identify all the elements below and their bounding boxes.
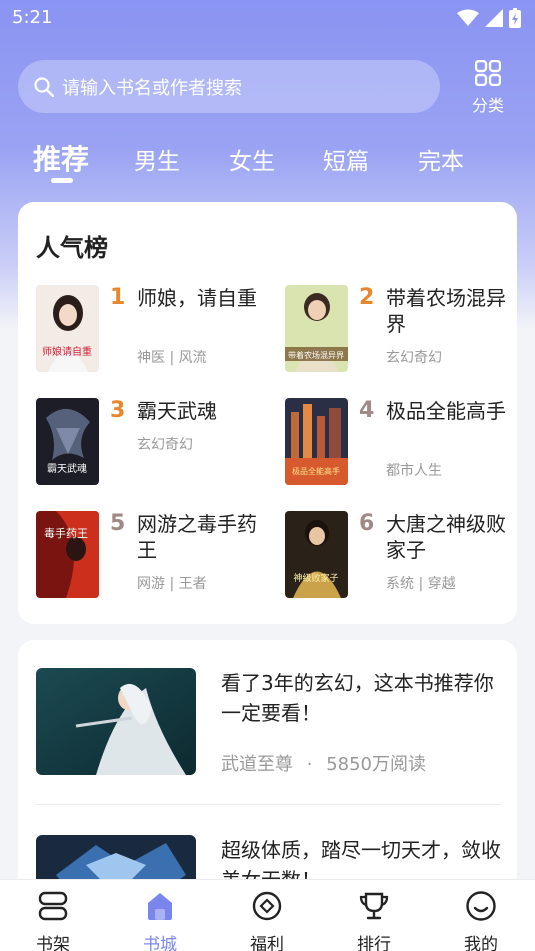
battery-icon — [509, 8, 521, 28]
book-cover: 带着农场混异界 — [285, 285, 348, 372]
feed-thumbnail — [36, 668, 196, 775]
feed-item[interactable]: 看了3年的玄幻，这本书推荐你一定要看！ 武道至尊 · 5850万阅读 — [36, 668, 501, 778]
tab-male[interactable]: 男生 — [134, 142, 180, 176]
nav-label: 福利 — [250, 935, 284, 951]
nav-label: 书架 — [36, 935, 70, 951]
feed-read-count: 5850万阅读 — [326, 754, 427, 775]
profile-icon — [466, 891, 496, 921]
status-bar: 5:21 — [0, 0, 535, 36]
feed-divider — [36, 804, 501, 805]
ranking-item[interactable]: 毒手药王 5 网游之毒手药王 网游 | 王者 — [36, 511, 266, 601]
tab-recommend[interactable]: 推荐 — [33, 138, 89, 178]
welfare-icon — [252, 891, 282, 921]
cellular-signal-icon — [485, 9, 503, 27]
rank-number: 6 — [359, 511, 375, 536]
book-name: 带着农场混异界 — [386, 286, 506, 336]
feed-book-name: 武道至尊 — [221, 754, 293, 775]
nav-bookstore[interactable]: 书城 — [125, 888, 195, 951]
rank-number: 4 — [359, 398, 375, 423]
category-label: 分类 — [471, 96, 504, 115]
tab-female[interactable]: 女生 — [229, 142, 275, 176]
bookshelf-icon — [38, 891, 68, 921]
feed-meta: 武道至尊 · 5850万阅读 — [221, 750, 426, 776]
status-time: 5:21 — [12, 7, 53, 28]
search-bar[interactable]: 请输入书名或作者搜索 — [18, 60, 440, 113]
book-name: 网游之毒手药王 — [137, 512, 257, 562]
bookstore-icon — [148, 893, 172, 920]
book-name: 霸天武魂 — [137, 399, 217, 423]
category-button[interactable]: 分类 — [464, 59, 512, 116]
book-cover: 师娘请自重 — [36, 285, 99, 372]
search-icon — [34, 76, 54, 97]
book-cover: 霸天武魂 — [36, 398, 99, 485]
cover-title: 师娘请自重 — [42, 345, 92, 358]
nav-bookshelf[interactable]: 书架 — [18, 888, 88, 951]
book-tags: 网游 | 王者 — [137, 576, 207, 592]
rank-number: 3 — [110, 398, 126, 423]
book-cover: 神级败家子 — [285, 511, 348, 598]
wifi-icon — [457, 9, 479, 26]
nav-ranking[interactable]: 排行 — [339, 888, 409, 951]
tab-completed[interactable]: 完本 — [418, 142, 464, 176]
book-name: 极品全能高手 — [386, 399, 506, 423]
book-tags: 玄幻奇幻 — [386, 350, 442, 366]
search-placeholder: 请输入书名或作者搜索 — [62, 77, 242, 99]
book-tags: 系统 | 穿越 — [386, 576, 456, 592]
book-name: 师娘，请自重 — [137, 286, 257, 310]
meta-separator: · — [306, 754, 313, 775]
feed-title: 看了3年的玄幻，这本书推荐你一定要看！ — [221, 671, 494, 725]
rank-number: 1 — [110, 285, 126, 310]
cover-title: 带着农场混异界 — [288, 350, 344, 360]
book-tags: 都市人生 — [386, 463, 442, 479]
tab-short[interactable]: 短篇 — [323, 142, 369, 176]
bottom-navigation: 书架 书城 福利 排行 我的 — [0, 879, 535, 951]
trophy-icon — [359, 892, 389, 920]
cover-title: 毒手药王 — [44, 526, 88, 540]
channel-tabs: 推荐 男生 女生 短篇 完本 — [0, 134, 535, 184]
nav-profile[interactable]: 我的 — [446, 888, 516, 951]
grid-icon — [474, 59, 502, 87]
ranking-item[interactable]: 极品全能高手 4 极品全能高手 都市人生 — [285, 398, 515, 488]
nav-label: 书城 — [143, 935, 177, 951]
ranking-item[interactable]: 神级败家子 6 大唐之神级败家子 系统 | 穿越 — [285, 511, 515, 601]
nav-welfare[interactable]: 福利 — [232, 888, 302, 951]
cover-title: 极品全能高手 — [292, 466, 340, 476]
book-cover: 毒手药王 — [36, 511, 99, 598]
book-tags: 神医 | 风流 — [137, 350, 207, 366]
ranking-item[interactable]: 师娘请自重 1 师娘，请自重 神医 | 风流 — [36, 285, 266, 375]
ranking-item[interactable]: 霸天武魂 3 霸天武魂 玄幻奇幻 — [36, 398, 266, 488]
tab-indicator — [51, 178, 73, 183]
cover-title: 神级败家子 — [293, 572, 338, 584]
book-cover: 极品全能高手 — [285, 398, 348, 485]
book-tags: 玄幻奇幻 — [137, 437, 193, 453]
ranking-item[interactable]: 带着农场混异界 2 带着农场混异界 玄幻奇幻 — [285, 285, 515, 375]
section-title: 人气榜 — [36, 234, 108, 262]
rank-number: 5 — [110, 511, 126, 536]
rank-number: 2 — [359, 285, 375, 310]
nav-label: 我的 — [464, 935, 498, 951]
popularity-ranking-card: 人气榜 师娘请自重 1 师娘，请自重 神医 | 风流 带着农场混异界 2 带着农… — [18, 202, 517, 624]
cover-title: 霸天武魂 — [47, 462, 87, 475]
recommend-feed-card: 看了3年的玄幻，这本书推荐你一定要看！ 武道至尊 · 5850万阅读 超级体质，… — [18, 640, 517, 905]
nav-label: 排行 — [357, 935, 391, 951]
book-name: 大唐之神级败家子 — [386, 512, 506, 562]
